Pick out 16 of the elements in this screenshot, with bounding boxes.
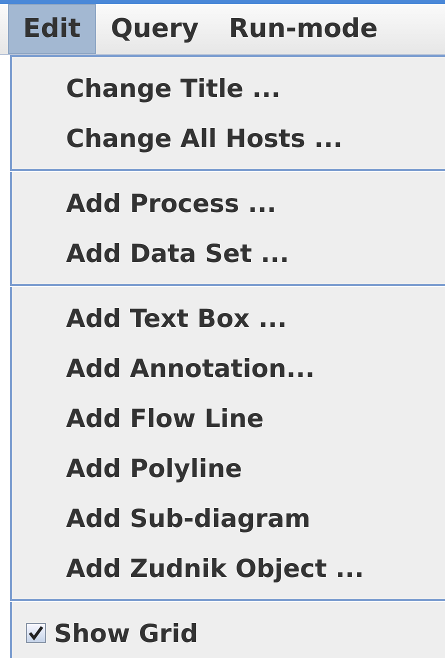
checkbox[interactable]	[26, 623, 46, 643]
menu-item[interactable]: Add Zudnik Object ...	[12, 543, 445, 593]
checkmark-icon	[28, 625, 44, 641]
menu-item[interactable]: Add Flow Line	[12, 393, 445, 443]
menu-item[interactable]: Add Text Box ...	[12, 293, 445, 343]
menu-title[interactable]: Edit	[8, 4, 96, 54]
menu-title[interactable]: Run-mode	[214, 4, 393, 54]
menu-item[interactable]: Show Grid	[54, 618, 198, 648]
menu-item[interactable]: Add Annotation...	[12, 343, 445, 393]
menu-item[interactable]: Change All Hosts ...	[12, 113, 445, 163]
menu-item[interactable]: Change Title ...	[12, 63, 445, 113]
menu-item[interactable]: Add Process ...	[12, 178, 445, 228]
menu-item[interactable]: Add Sub-diagram	[12, 493, 445, 543]
menu-title[interactable]: Query	[96, 4, 214, 54]
menu-item[interactable]: Add Data Set ...	[12, 228, 445, 278]
menu-item[interactable]: Add Polyline	[12, 443, 445, 493]
